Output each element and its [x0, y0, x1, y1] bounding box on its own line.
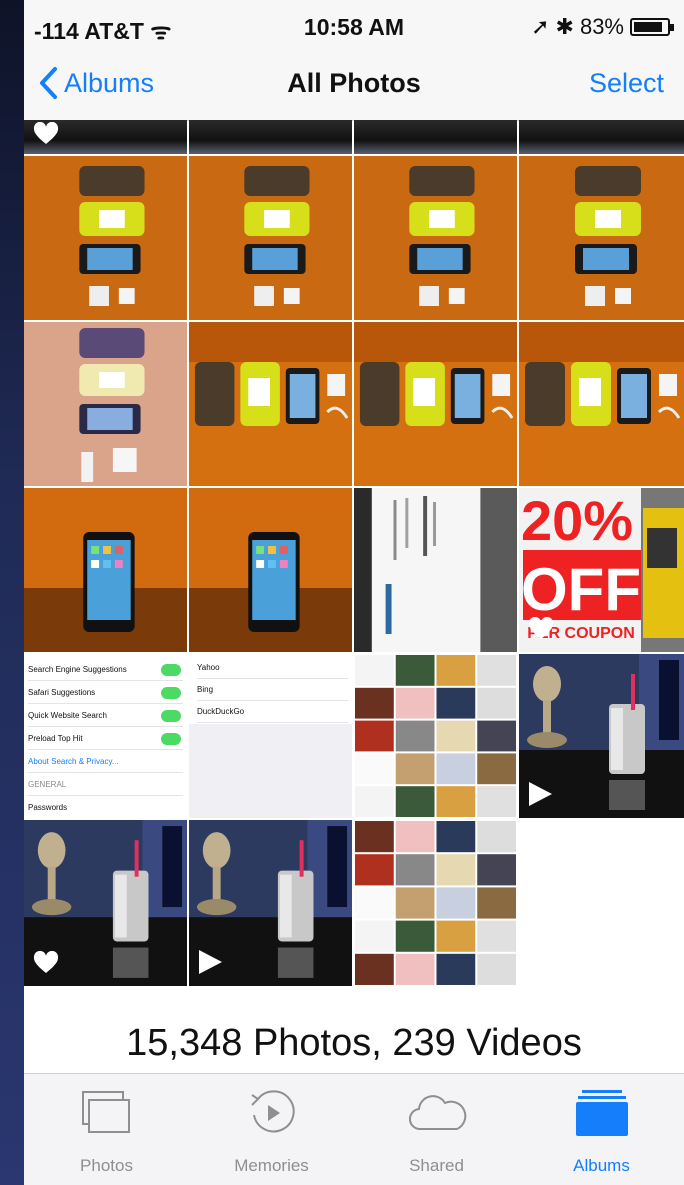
photo-tile-r5c1[interactable] [24, 820, 187, 986]
photo-tile-r5c2[interactable] [189, 820, 352, 986]
library-count: 15,348 Photos, 239 Videos [126, 1022, 582, 1064]
tab-memories-label: Memories [234, 1156, 309, 1175]
photo-tile-r1c3[interactable] [354, 156, 517, 320]
photo-tile-r4c4[interactable] [519, 654, 684, 818]
select-button[interactable]: Select [589, 68, 664, 99]
settings-line: Search Engine Suggestions [28, 660, 183, 681]
tab-photos[interactable]: Photos [24, 1084, 189, 1176]
page-title: All Photos [287, 68, 421, 98]
settings-line: About Search & Privacy... [28, 752, 183, 773]
photo-tile-r3c1[interactable] [24, 488, 187, 652]
tab-albums-label: Albums [573, 1156, 630, 1175]
photo-tile-row0-2[interactable] [189, 120, 352, 154]
settings-line: GENERAL [28, 775, 183, 796]
favorite-heart-icon [32, 950, 60, 980]
favorite-heart-icon [527, 616, 555, 646]
photo-tile-r1c2[interactable] [189, 156, 352, 320]
memories-icon [250, 1090, 295, 1133]
photos-stack-icon [81, 1091, 130, 1133]
settings-line: Bing [197, 680, 348, 701]
settings-line: Yahoo [197, 658, 348, 679]
photo-tile-r1c4[interactable] [519, 156, 684, 320]
favorite-heart-icon [32, 121, 60, 151]
battery-icon [630, 18, 674, 36]
tab-albums[interactable]: Albums [519, 1084, 684, 1176]
bluetooth-icon: ✱ [555, 14, 574, 39]
tab-bar: Photos Memories Shared Albums [24, 1073, 684, 1185]
video-play-icon [525, 779, 555, 814]
photo-tile-r3c4[interactable]: 20% OFF PER COUPON [519, 488, 684, 652]
navigation-bar: Albums All Photos Select [24, 52, 684, 121]
tab-shared-label: Shared [409, 1156, 464, 1175]
tab-shared[interactable]: Shared [354, 1084, 519, 1176]
photo-tile-r2c2[interactable] [189, 322, 352, 486]
location-arrow-icon: ➚ [531, 14, 550, 39]
settings-line: DuckDuckGo [197, 702, 348, 723]
photo-tile-r2c3[interactable] [354, 322, 517, 486]
photo-tile-r4c2[interactable]: Yahoo Bing DuckDuckGo [189, 654, 352, 818]
video-play-icon [195, 947, 225, 982]
photo-tile-r2c4[interactable] [519, 322, 684, 486]
svg-text:OFF: OFF [521, 556, 641, 623]
photo-tile-row0-1[interactable] [24, 120, 187, 154]
settings-line: Quick Website Search [28, 706, 183, 727]
tab-memories[interactable]: Memories [189, 1084, 354, 1176]
background-left-edge [0, 0, 24, 1185]
photo-tile-row0-3[interactable] [354, 120, 517, 154]
cloud-icon [408, 1095, 466, 1131]
photo-tile-r4c1[interactable]: Search Engine Suggestions Safari Suggesti… [24, 654, 187, 818]
tab-photos-label: Photos [80, 1156, 133, 1175]
photos-app-screen: -114 AT&T ᯤ 10:58 AM ➚ ✱ 83% Albums All … [24, 0, 684, 1185]
photo-tile-row0-4[interactable] [519, 120, 684, 154]
photo-tile-r5c3[interactable] [354, 820, 517, 986]
settings-line: Safari Suggestions [28, 683, 183, 704]
status-right: ➚ ✱ 83% [531, 14, 674, 40]
photo-tile-r3c3[interactable] [354, 488, 517, 652]
photo-tile-r1c1[interactable] [24, 156, 187, 320]
status-bar: -114 AT&T ᯤ 10:58 AM ➚ ✱ 83% [24, 0, 684, 52]
photo-tile-r4c3[interactable] [354, 654, 517, 818]
photo-grid: 20% OFF PER COUPON Search Engine Suggest… [24, 120, 684, 988]
settings-line: Passwords [28, 798, 183, 818]
photo-tile-r3c2[interactable] [189, 488, 352, 652]
settings-line: Preload Top Hit [28, 729, 183, 750]
battery-percent: 83% [579, 14, 624, 39]
photo-tile-r2c1[interactable] [24, 322, 187, 486]
svg-text:20%: 20% [521, 489, 633, 552]
albums-icon [575, 1090, 628, 1136]
